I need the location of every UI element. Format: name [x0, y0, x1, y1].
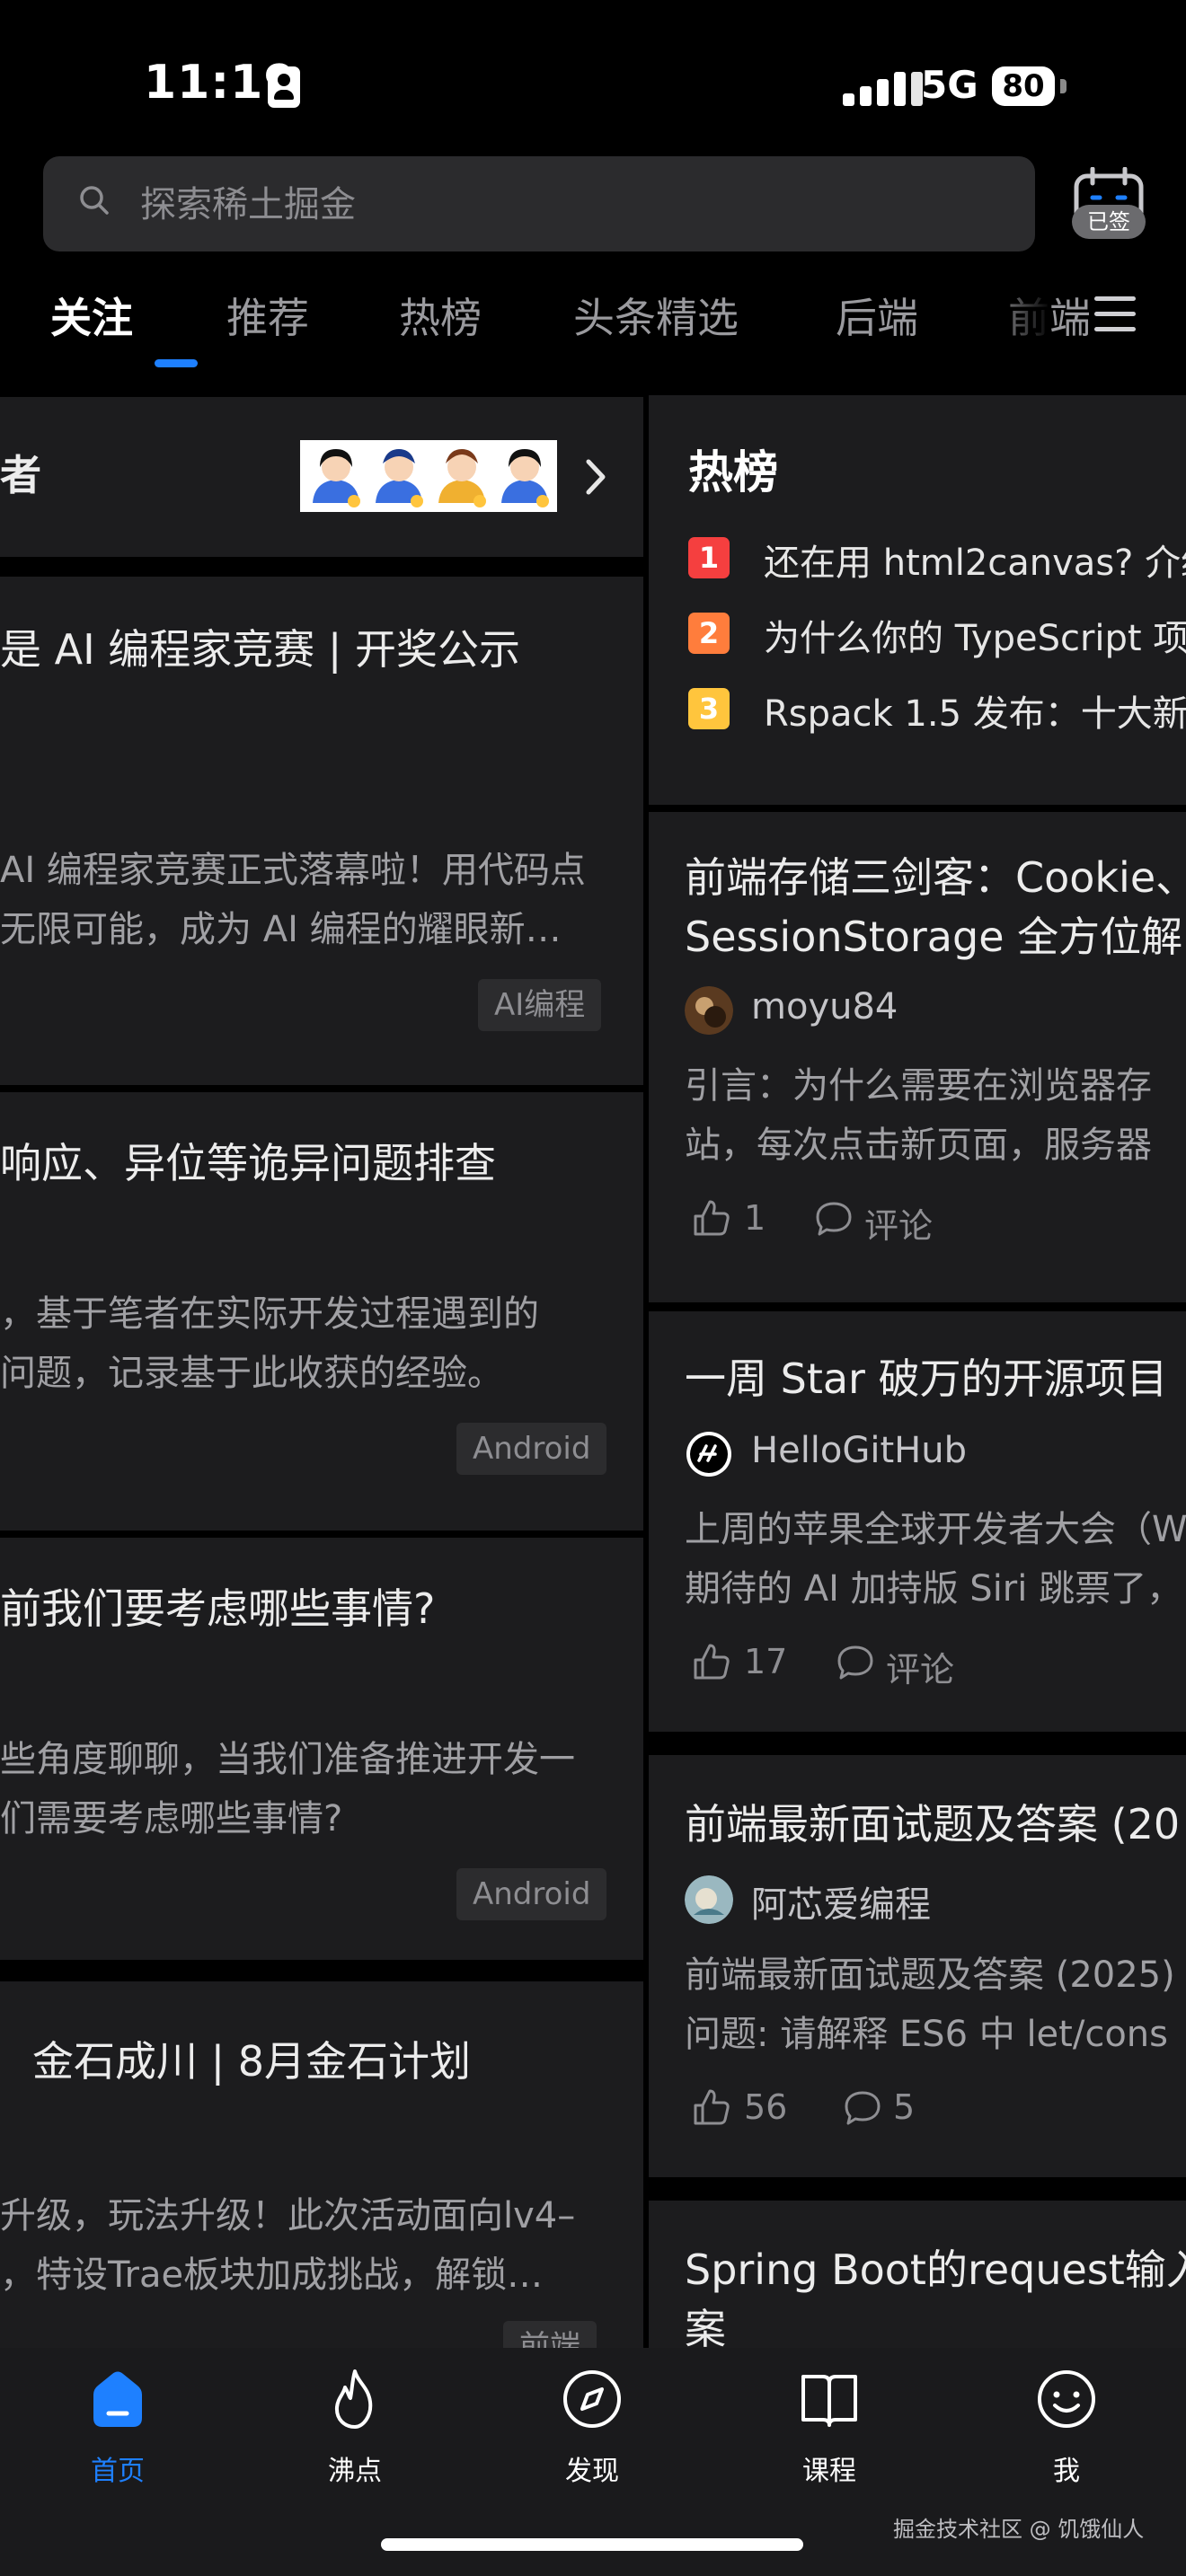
- article-title: 前端存储三剑客：Cookie、: [685, 853, 1186, 902]
- banner-title: 者: [0, 451, 41, 499]
- like-icon[interactable]: [692, 2087, 731, 2127]
- article-summary: 前端最新面试题及答案 (2025): [685, 1954, 1175, 1996]
- card-summary: 们需要考虑哪些事情?: [0, 1798, 343, 1839]
- author-avatar: [685, 1875, 733, 1924]
- author-avatar: [686, 1432, 731, 1477]
- article-title: SessionStorage 全方位解: [685, 913, 1183, 961]
- tab-recommend[interactable]: 推荐: [226, 286, 309, 345]
- network-type: 5G: [921, 63, 978, 107]
- home-indicator[interactable]: [381, 2538, 803, 2551]
- hot-rank-badge: 2: [688, 613, 730, 654]
- tab-hot[interactable]: 热榜: [399, 286, 482, 345]
- hot-rank-badge: 1: [688, 537, 730, 578]
- tab-active-indicator: [155, 359, 198, 367]
- tab-menu-icon[interactable]: [1094, 296, 1136, 332]
- comment-count: 评论: [886, 1650, 955, 1689]
- like-count: 17: [744, 1642, 788, 1681]
- card-title: 响应、异位等诡异问题排查: [0, 1139, 496, 1187]
- category-tag[interactable]: AI编程: [478, 979, 602, 1031]
- card-title: 金石成川 | 8月金石计划: [32, 2037, 472, 2086]
- nav-pins[interactable]: 沸点: [292, 2448, 418, 2488]
- card-summary: ，特设Trae板块加成挑战，解锁…: [0, 2254, 544, 2296]
- comment-icon[interactable]: [814, 1200, 854, 1238]
- chevron-right-icon[interactable]: [584, 458, 607, 496]
- card-summary: 升级，玩法升级！此次活动面向lv4–: [0, 2195, 576, 2236]
- card-summary: AI 编程家竞赛正式落幕啦！用代码点: [0, 850, 586, 891]
- author-name[interactable]: HelloGitHub: [751, 1430, 967, 1471]
- card-summary: 些角度聊聊，当我们准备推进开发一: [0, 1739, 575, 1780]
- contact-card-icon: [268, 66, 300, 108]
- search-input[interactable]: [140, 180, 1003, 230]
- article-summary: 期待的 AI 加持版 Siri 跳票了，: [685, 1568, 1183, 1610]
- card-title: 前我们要考虑哪些事情?: [0, 1584, 436, 1633]
- watermark: 掘金技术社区 @ 饥饿仙人: [893, 2517, 1145, 2542]
- like-count: 1: [744, 1198, 766, 1238]
- search-icon: [80, 186, 109, 215]
- card-summary: ，基于笔者在实际开发过程遇到的: [0, 1293, 539, 1335]
- category-tag[interactable]: Android: [456, 1868, 607, 1920]
- article-summary: 上周的苹果全球开发者大会（W: [685, 1509, 1186, 1550]
- profile-smile-icon[interactable]: [1033, 2366, 1100, 2432]
- nav-me[interactable]: 我: [1004, 2448, 1129, 2488]
- comment-icon[interactable]: [843, 2089, 882, 2127]
- author-avatars-image: [300, 440, 557, 512]
- hot-rank-badge: 3: [688, 688, 730, 729]
- tab-fade: [988, 269, 1051, 368]
- article-summary: 引言：为什么需要在浏览器存: [685, 1065, 1152, 1107]
- home-icon[interactable]: [84, 2366, 151, 2432]
- like-icon[interactable]: [692, 1642, 731, 1681]
- like-count: 56: [744, 2087, 788, 2127]
- comment-icon[interactable]: [836, 1644, 875, 1681]
- comment-count: 5: [893, 2087, 916, 2127]
- card-summary: 问题，记录基于此收获的经验。: [0, 1353, 503, 1394]
- article-title: 一周 Star 破万的开源项目: [685, 1354, 1168, 1403]
- nav-courses[interactable]: 课程: [766, 2448, 892, 2488]
- flame-icon[interactable]: [322, 2366, 388, 2432]
- cellular-signal-icon: [843, 70, 924, 106]
- author-name[interactable]: moyu84: [751, 986, 898, 1028]
- author-avatar: [685, 986, 733, 1035]
- article-summary: 问题: 请解释 ES6 中 let/cons: [685, 2014, 1168, 2055]
- tab-following[interactable]: 关注: [50, 286, 133, 345]
- nav-home[interactable]: 首页: [55, 2448, 181, 2488]
- card-title: 是 AI 编程家竞赛 | 开奖公示: [0, 625, 521, 674]
- nav-discover[interactable]: 发现: [529, 2448, 655, 2488]
- hot-item-title[interactable]: 还在用 html2canvas? 介绍: [764, 534, 1186, 586]
- battery-icon: 80: [992, 66, 1055, 106]
- hot-item-title[interactable]: Rspack 1.5 发布：十大新: [764, 684, 1186, 737]
- category-tag[interactable]: Android: [456, 1423, 607, 1475]
- article-summary: 站，每次点击新页面，服务器: [685, 1125, 1152, 1166]
- battery-tip-icon: [1060, 79, 1067, 93]
- article-title: 前端最新面试题及答案 (20: [685, 1800, 1181, 1848]
- book-icon[interactable]: [796, 2366, 863, 2432]
- article-title: Spring Boot的request输入: [685, 2245, 1186, 2294]
- tab-headlines[interactable]: 头条精选: [573, 286, 739, 345]
- like-icon[interactable]: [692, 1198, 731, 1238]
- hot-item-title[interactable]: 为什么你的 TypeScript 项: [764, 609, 1186, 661]
- compass-icon[interactable]: [559, 2366, 625, 2432]
- signin-badge: 已签: [1072, 205, 1146, 239]
- tab-backend[interactable]: 后端: [836, 286, 918, 345]
- author-name[interactable]: 阿芯爱编程: [751, 1875, 931, 1928]
- hot-list-title: 热榜: [688, 446, 778, 498]
- comment-count: 评论: [864, 1206, 934, 1246]
- card-summary: 无限可能，成为 AI 编程的耀眼新…: [0, 909, 562, 950]
